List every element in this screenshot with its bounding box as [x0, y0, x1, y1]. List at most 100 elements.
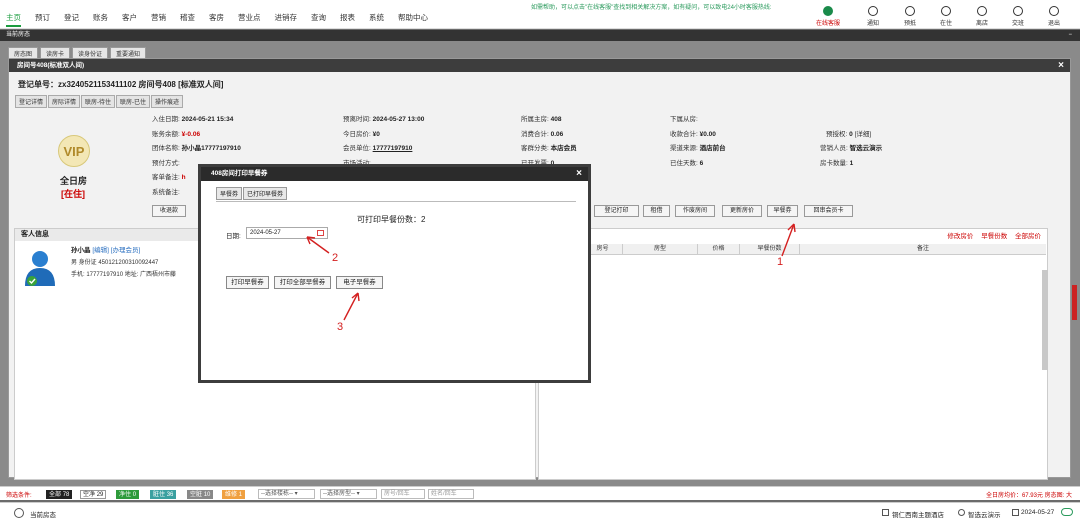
- guest-name-row: 孙小晶 [编辑] [办理会员]: [71, 244, 140, 254]
- tab-room-detail[interactable]: 房际详情: [48, 95, 81, 108]
- chip-label: 空净: [83, 492, 96, 498]
- breakfast-coupon-dialog: 408房间打印早餐券 × 早餐券 已打印早餐券 可打印早餐份数：2 日期: 20…: [198, 164, 591, 383]
- reg-print-button[interactable]: 登记打印: [594, 205, 639, 217]
- tab-op-trace[interactable]: 操作痕迹: [151, 95, 184, 108]
- member-value[interactable]: 17777197910: [373, 145, 413, 152]
- filter-occupied-clean[interactable]: 净住 0: [116, 490, 140, 499]
- menu-item-home[interactable]: 主页: [6, 12, 21, 27]
- room-type-select[interactable]: --选择房型-- ▾: [320, 489, 377, 499]
- main-room-label: 所属主房:: [521, 116, 549, 123]
- minimize-button[interactable]: −: [1068, 30, 1072, 41]
- tab-linked-pending[interactable]: 联房-待住: [81, 95, 116, 108]
- building-select[interactable]: --选择楼栋-- ▾: [258, 489, 315, 499]
- guest-edit-link[interactable]: [编辑]: [92, 247, 109, 254]
- breakfast-coupon-button[interactable]: 早餐券: [767, 205, 798, 217]
- sub-room-label: 下属从房:: [670, 116, 698, 123]
- tab-printed-coupons[interactable]: 已打印早餐券: [243, 187, 288, 200]
- menu-item-customer[interactable]: 客户: [122, 12, 137, 27]
- menu-item-reports[interactable]: 报表: [340, 12, 355, 27]
- refund-button[interactable]: 收退款: [152, 205, 186, 217]
- online-service-button[interactable]: 在线客服: [813, 6, 843, 27]
- channel-field: 渠道来源: 酒店前台: [670, 142, 726, 152]
- cards-label: 房卡数量:: [820, 160, 848, 167]
- chip-label: 空脏: [190, 492, 203, 498]
- status-current-room[interactable]: 当前房态: [30, 509, 56, 519]
- tab-linked-stayed[interactable]: 联房-已住: [116, 95, 151, 108]
- arrival-label: 预抵: [903, 21, 916, 27]
- menu-item-help[interactable]: 帮助中心: [398, 12, 428, 27]
- in-house-label: 在住: [939, 21, 952, 27]
- modify-price-link[interactable]: 修改房价: [947, 233, 973, 240]
- room-no-input[interactable]: 房号/回车: [381, 489, 425, 499]
- col-room-type: 房型: [623, 244, 698, 255]
- all-price-link[interactable]: 全部房价: [1015, 233, 1041, 240]
- room-window-header: 房间号408(标准双人间) ×: [9, 59, 1070, 72]
- menu-item-marketing[interactable]: 营销: [151, 12, 166, 27]
- breakfast-count-link[interactable]: 早餐份数: [981, 233, 1007, 240]
- balance-value: ¥-0.06: [181, 131, 201, 138]
- filter-all[interactable]: 全部 78: [46, 490, 73, 499]
- consume-value: 0.06: [550, 131, 564, 138]
- rent-button[interactable]: 租借: [643, 205, 670, 217]
- room-window-close-button[interactable]: ×: [1058, 59, 1064, 72]
- logout-button[interactable]: 退出: [1039, 6, 1069, 27]
- group-label: 团体名称:: [152, 145, 180, 152]
- prepay-label: 预付方式:: [152, 160, 180, 167]
- menu-item-accounts[interactable]: 账务: [93, 12, 108, 27]
- menu-item-outlets[interactable]: 营业点: [238, 12, 261, 27]
- chip-count: 10: [203, 492, 211, 498]
- checkin-field: 入住日期: 2024-05-21 15:34: [152, 113, 233, 123]
- main-room-value: 408: [550, 116, 562, 123]
- guest-name-input[interactable]: 姓名/回车: [428, 489, 474, 499]
- filter-label: 筛选条件:: [6, 493, 32, 499]
- menu-item-system[interactable]: 系统: [369, 12, 384, 27]
- menu-item-reserve[interactable]: 预订: [35, 12, 50, 27]
- e-coupon-button[interactable]: 电子早餐券: [336, 276, 383, 289]
- filter-occupied-dirty[interactable]: 脏住 36: [150, 490, 177, 499]
- checkin-label: 入住日期:: [152, 116, 180, 123]
- arrival-button[interactable]: 预抵: [895, 6, 925, 27]
- print-coupon-button[interactable]: 打印早餐券: [226, 276, 269, 289]
- link-icon[interactable]: [1061, 508, 1073, 516]
- days-field: 已住天数: 6: [670, 157, 703, 167]
- current-status-title: 当前房态: [6, 32, 31, 38]
- status-hotel: 铜仁西南主题酒店: [892, 512, 944, 519]
- departure-button[interactable]: 离店: [967, 6, 997, 27]
- filter-maintenance[interactable]: 维修 1: [222, 490, 246, 499]
- dialog-close-button[interactable]: ×: [576, 167, 582, 181]
- online-service-label: 在线客服: [815, 21, 840, 27]
- room-window-title: 房间号408(标准双人间): [17, 62, 85, 69]
- side-scroll-handle[interactable]: [1072, 285, 1077, 320]
- menu-item-inventory[interactable]: 进销存: [275, 12, 298, 27]
- menu-item-audit[interactable]: 稽查: [180, 12, 195, 27]
- main-room-field: 所属主房: 408: [521, 113, 561, 123]
- filter-vacant-dirty[interactable]: 空脏 10: [187, 490, 214, 499]
- menu-item-rooms[interactable]: 客房: [209, 12, 224, 27]
- current-status-bar: 当前房态 −: [0, 30, 1080, 41]
- update-price-button[interactable]: 更新房价: [722, 205, 762, 217]
- tab-reg-detail[interactable]: 登记详情: [15, 95, 48, 108]
- room-list-scrollbar[interactable]: [1042, 270, 1048, 370]
- tab-breakfast-coupon[interactable]: 早餐券: [216, 187, 243, 200]
- void-room-button[interactable]: 作废房间: [675, 205, 715, 217]
- member-card-button[interactable]: 回串会员卡: [804, 205, 853, 217]
- menu-item-register[interactable]: 登记: [64, 12, 79, 27]
- menu-item-query[interactable]: 查询: [311, 12, 326, 27]
- dialog-header: 408房间打印早餐券 ×: [201, 167, 588, 181]
- printable-count: 可打印早餐份数：2: [357, 215, 426, 224]
- in-house-button[interactable]: 在住: [931, 6, 961, 27]
- room-list-links: 修改房价 早餐份数 全部房价: [941, 230, 1041, 240]
- room-status: [在住]: [61, 189, 85, 199]
- today-price-value: ¥0: [372, 131, 380, 138]
- payment-label: 收款合计:: [670, 131, 698, 138]
- guest-note-label: 客单备注:: [152, 174, 180, 181]
- notice-button[interactable]: 通知: [858, 6, 888, 27]
- print-all-coupons-button[interactable]: 打印全部早餐券: [274, 276, 331, 289]
- chip-count: 1: [238, 492, 243, 498]
- guest-member-link[interactable]: [办理会员]: [111, 247, 141, 254]
- days-value: 6: [699, 160, 704, 167]
- shift-button[interactable]: 交班: [1003, 6, 1033, 27]
- filter-vacant-clean[interactable]: 空净 29: [80, 490, 107, 499]
- preauth-detail-link[interactable]: [详细]: [855, 131, 872, 138]
- clock-icon: [905, 6, 915, 16]
